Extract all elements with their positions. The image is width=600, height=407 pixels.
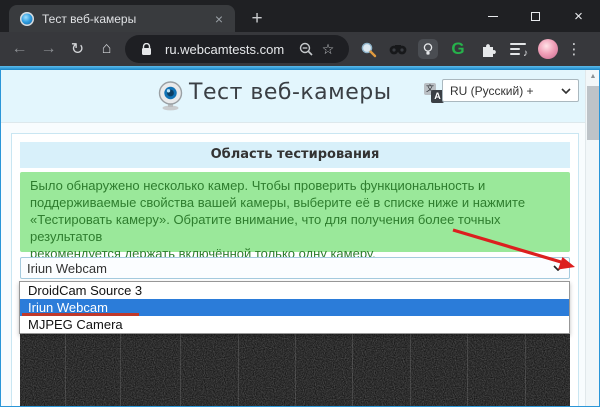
static-noise-image	[20, 334, 570, 406]
language-selected-value: RU (Русский) +	[450, 84, 561, 98]
webcam-favicon-icon	[20, 12, 34, 26]
browser-window: Тест веб-камеры × + × ← → ↻ ⌂ ru.webcamt…	[0, 0, 600, 407]
close-window-button[interactable]: ×	[557, 0, 600, 32]
lightbulb-extension-icon[interactable]	[415, 36, 441, 62]
chevron-down-icon	[553, 265, 563, 271]
dropdown-option[interactable]: MJPEG Camera	[20, 316, 569, 333]
lock-icon	[135, 43, 157, 56]
profile-avatar[interactable]	[535, 36, 561, 62]
page-scrollbar[interactable]: ▲	[585, 70, 599, 406]
section-header: Область тестирования	[20, 142, 570, 168]
minimize-icon	[488, 16, 498, 17]
search-extension-icon[interactable]	[355, 36, 381, 62]
chrome-menu-icon[interactable]: ⋮	[565, 36, 583, 62]
alert-line: Было обнаружено несколько камер. Чтобы п…	[30, 177, 560, 194]
back-icon[interactable]: ←	[5, 35, 34, 63]
lightbulb-box	[418, 39, 438, 59]
translate-icon[interactable]: 文 A	[424, 83, 444, 103]
media-list-glyph: ♪	[510, 42, 526, 56]
page-content: Область тестирования Было обнаружено нес…	[1, 122, 599, 406]
dropdown-option[interactable]: DroidCam Source 3	[20, 282, 569, 299]
media-control-icon[interactable]: ♪	[505, 36, 531, 62]
grammarly-extension-icon[interactable]: G	[445, 36, 471, 62]
url-text[interactable]: ru.webcamtests.com	[165, 42, 284, 57]
tab-title: Тест веб-камеры	[42, 12, 211, 26]
webcam-video-preview	[20, 334, 570, 406]
avatar-image	[538, 39, 558, 59]
scrollbar-up-icon[interactable]: ▲	[586, 70, 599, 84]
reload-icon[interactable]: ↻	[63, 35, 92, 63]
browser-tab[interactable]: Тест веб-камеры ×	[9, 5, 235, 32]
window-controls: ×	[471, 0, 600, 32]
multi-camera-alert: Было обнаружено несколько камер. Чтобы п…	[20, 172, 570, 252]
tab-strip: Тест веб-камеры × + ×	[0, 0, 600, 32]
dropdown-option-selected[interactable]: Iriun Webcam	[20, 299, 569, 316]
webcam-logo-icon	[157, 81, 184, 111]
page-viewport: Тест веб-камеры 文 A RU (Русский) + Облас…	[1, 70, 599, 406]
forward-icon[interactable]: →	[34, 35, 63, 63]
site-header: Тест веб-камеры 文 A RU (Русский) +	[1, 70, 599, 122]
binoculars-extension-icon[interactable]	[385, 36, 411, 62]
page-title: Тест веб-камеры	[189, 80, 392, 105]
bookmark-star-icon[interactable]: ☆	[317, 41, 339, 58]
language-selector[interactable]: RU (Русский) +	[442, 79, 579, 102]
maximize-button[interactable]	[514, 0, 557, 32]
camera-dropdown-list: DroidCam Source 3 Iriun Webcam MJPEG Cam…	[19, 281, 570, 334]
puzzle-extensions-icon[interactable]	[475, 36, 501, 62]
camera-select-value: Iriun Webcam	[27, 261, 553, 276]
minimize-button[interactable]	[471, 0, 514, 32]
browser-toolbar: ← → ↻ ⌂ ru.webcamtests.com ☆	[0, 32, 600, 66]
camera-select[interactable]: Iriun Webcam	[20, 257, 570, 279]
alert-line: поддерживаемые свойства вашей камеры, вы…	[30, 194, 560, 211]
address-bar[interactable]: ru.webcamtests.com ☆	[125, 35, 349, 63]
close-tab-icon[interactable]: ×	[211, 11, 227, 27]
zoom-out-icon[interactable]	[295, 42, 317, 57]
music-note-icon: ♪	[523, 48, 528, 59]
new-tab-button[interactable]: +	[245, 7, 269, 31]
testing-card: Область тестирования Было обнаружено нес…	[11, 133, 579, 406]
alert-line: «Тестировать камеру». Обратите внимание,…	[30, 211, 560, 245]
home-icon[interactable]: ⌂	[92, 35, 121, 63]
maximize-icon	[531, 12, 540, 21]
chevron-down-icon	[561, 88, 571, 94]
extensions-area: G ♪ ⋮	[355, 36, 583, 62]
scrollbar-thumb[interactable]	[587, 86, 599, 140]
